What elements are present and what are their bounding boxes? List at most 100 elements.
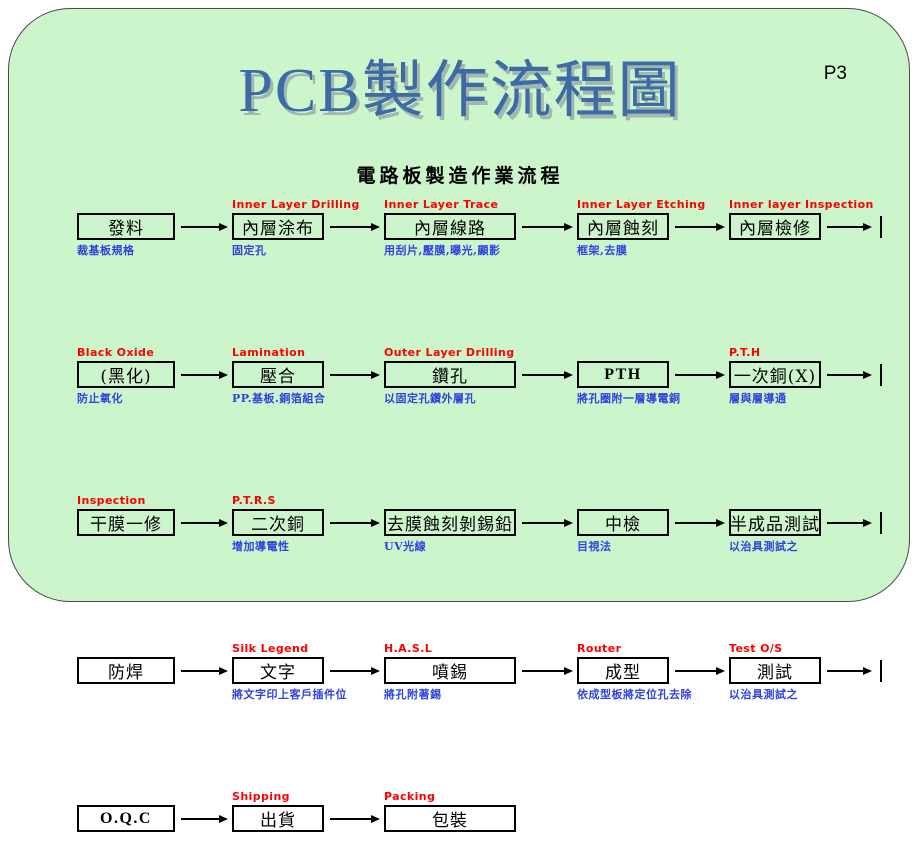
arrow-shaft — [522, 374, 564, 376]
row-continuation-marker — [880, 364, 882, 386]
step-box-label: 干膜一修 — [90, 515, 162, 535]
arrow-head — [371, 815, 380, 823]
step-box[interactable]: 半成品測試 — [729, 509, 821, 536]
step-english-label: Router — [577, 642, 622, 655]
step-english-label: Inner Layer Trace — [384, 198, 499, 211]
flow-arrow-icon — [181, 371, 228, 380]
step-box[interactable]: 文字 — [232, 657, 324, 684]
flow-step: PTH 將孔圈附一層導電銅 — [577, 345, 680, 419]
step-english-label: Outer Layer Drilling — [384, 346, 515, 359]
arrow-head — [219, 371, 228, 379]
flow-step: 發料裁基板規格 — [77, 197, 175, 271]
step-box-label: 去膜蝕刻剝錫鉛 — [387, 515, 513, 535]
step-box-label: 內層蝕刻 — [587, 219, 659, 239]
step-note: 層與層導通 — [729, 392, 787, 405]
step-box[interactable]: 內層線路 — [384, 213, 516, 240]
step-english-label: Black Oxide — [77, 346, 155, 359]
step-box-label: 包裝 — [432, 811, 468, 831]
step-box[interactable]: 二次銅 — [232, 509, 324, 536]
step-box[interactable]: (黑化) — [77, 361, 175, 388]
step-note: PP.基板.銅箔組合 — [232, 392, 326, 405]
step-box[interactable]: 成型 — [577, 657, 669, 684]
step-box-label: 防焊 — [108, 663, 144, 683]
flow-arrow-icon — [522, 519, 573, 528]
arrow-head — [716, 371, 725, 379]
step-note: UV光線 — [384, 540, 427, 553]
step-box[interactable]: 干膜一修 — [77, 509, 175, 536]
arrow-shaft — [181, 374, 219, 376]
step-note: 依成型板將定位孔去除 — [577, 688, 692, 701]
step-box-label: 發料 — [108, 219, 144, 239]
step-box[interactable]: 壓合 — [232, 361, 324, 388]
page-number-marker: P3 — [823, 63, 847, 84]
flow-step: 防焊 — [77, 641, 175, 715]
step-note: 以治具測試之 — [729, 688, 798, 701]
flow-step: 中檢 目視法 — [577, 493, 669, 567]
step-box-label: (黑化) — [100, 367, 152, 387]
slide-canvas: PCB製作流程圖 P3 電路板製造作業流程 發料 裁基板規格 Inner Layer… — [8, 8, 911, 832]
step-box[interactable]: 測試 — [729, 657, 821, 684]
step-box-label: 內層檢修 — [739, 219, 811, 239]
flow-arrow-icon — [827, 667, 872, 676]
step-note: 框架,去膜 — [577, 244, 628, 257]
step-box-label: 測試 — [757, 663, 793, 683]
flow-step: P.T.R.S 二次銅 增加導電性 — [232, 493, 324, 567]
step-note: 裁基板規格 — [77, 244, 135, 257]
arrow-shaft — [827, 522, 863, 524]
step-box[interactable]: 去膜蝕刻剝錫鉛 — [384, 509, 516, 536]
step-box-label: 內層涂布 — [242, 219, 314, 239]
step-box[interactable]: 中檢 — [577, 509, 669, 536]
flow-step: Black Oxide (黑化) 防止氧化 — [77, 345, 175, 419]
arrow-shaft — [675, 374, 716, 376]
flow-arrow-icon — [675, 667, 725, 676]
step-box[interactable]: O.Q.C — [77, 805, 175, 832]
flow-row: Black Oxide (黑化) 防止氧化 Lamination 壓合 PP.基板.銅箔組… — [9, 345, 911, 419]
step-box[interactable]: PTH — [577, 361, 669, 388]
step-box[interactable]: 鑽孔 — [384, 361, 516, 388]
step-box[interactable]: 噴錫 — [384, 657, 516, 684]
page-title: PCB製作流程圖 — [238, 57, 682, 125]
arrow-shaft — [827, 670, 863, 672]
arrow-head — [716, 223, 725, 231]
flow-step: 去膜蝕刻剝錫鉛 UV光線 — [384, 493, 516, 567]
step-box-label: 成型 — [605, 663, 641, 683]
step-box[interactable]: 包裝 — [384, 805, 516, 832]
flow-arrow-icon — [181, 815, 228, 824]
step-box-label: O.Q.C — [100, 809, 152, 827]
arrow-shaft — [522, 226, 564, 228]
flow-step: Inner layer Inspection 內層檢修 — [729, 197, 873, 271]
arrow-shaft — [522, 522, 564, 524]
flow-arrow-icon — [330, 667, 380, 676]
arrow-head — [564, 667, 573, 675]
step-box-label: 內層線路 — [414, 219, 486, 239]
step-box[interactable]: 出貨 — [232, 805, 324, 832]
flow-arrow-icon — [827, 223, 872, 232]
flow-row: 發料 裁基板規格 Inner Layer Drilling 內層涂布 固定孔 Inner … — [9, 197, 911, 271]
step-box[interactable]: 內層蝕刻 — [577, 213, 669, 240]
arrow-shaft — [827, 374, 863, 376]
step-box-label: 半成品測試 — [730, 515, 820, 535]
step-box[interactable]: 內層檢修 — [729, 213, 821, 240]
step-english-label: P.T.R.S — [232, 494, 276, 507]
step-box-label: 二次銅 — [251, 515, 305, 535]
arrow-shaft — [330, 522, 371, 524]
step-box[interactable]: 發料 — [77, 213, 175, 240]
step-box[interactable]: 內層涂布 — [232, 213, 324, 240]
step-box[interactable]: 一次銅(X) — [729, 361, 821, 388]
flow-arrow-icon — [522, 667, 573, 676]
arrow-shaft — [827, 226, 863, 228]
arrow-shaft — [675, 226, 716, 228]
step-box-label: 鑽孔 — [432, 367, 468, 387]
flow-arrow-icon — [181, 519, 228, 528]
step-english-label: Lamination — [232, 346, 306, 359]
arrow-head — [219, 815, 228, 823]
step-note: 將孔圈附一層導電銅 — [577, 392, 681, 405]
flow-arrow-icon — [522, 371, 573, 380]
arrow-head — [219, 667, 228, 675]
arrow-head — [371, 667, 380, 675]
arrow-head — [863, 519, 872, 527]
step-box[interactable]: 防焊 — [77, 657, 175, 684]
arrow-head — [863, 371, 872, 379]
step-box-label: 一次銅(X) — [733, 367, 817, 387]
row-continuation-marker — [880, 660, 882, 682]
